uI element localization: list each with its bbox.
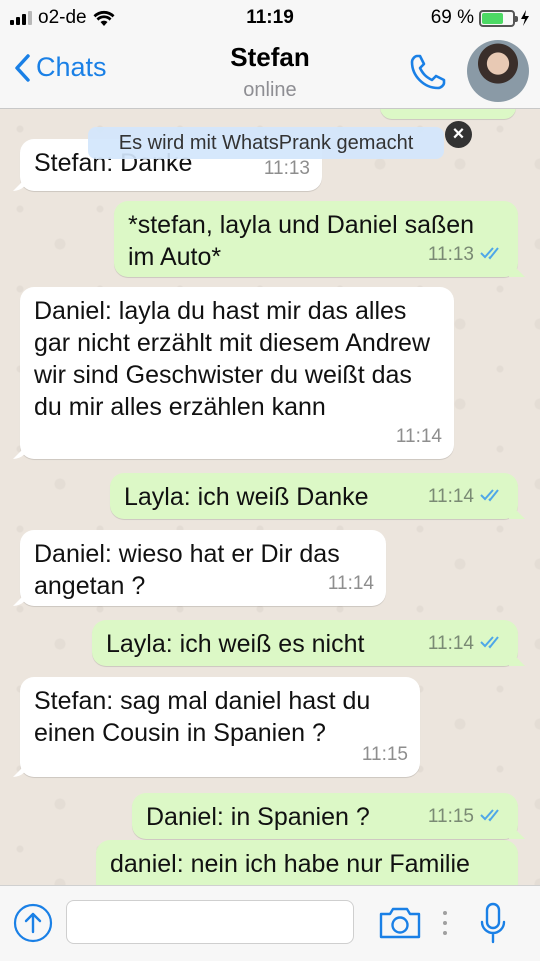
status-bar: o2-de 11:19 69 % bbox=[0, 0, 540, 36]
upload-icon[interactable] bbox=[13, 903, 53, 943]
double-check-icon bbox=[478, 109, 504, 117]
message-meta: 11:14 bbox=[328, 568, 374, 600]
message-outgoing[interactable]: 11:13 bbox=[380, 109, 516, 119]
message-incoming[interactable]: Daniel: layla du hast mir das alles gar … bbox=[20, 287, 454, 459]
message-meta: 11:13 bbox=[426, 109, 504, 117]
message-text: Layla: ich weiß Danke bbox=[124, 483, 369, 511]
double-check-icon bbox=[480, 801, 506, 833]
double-check-icon bbox=[480, 239, 506, 271]
watermark-banner: Es wird mit WhatsPrank gemacht bbox=[88, 127, 444, 159]
message-meta: 11:14 bbox=[428, 628, 506, 660]
message-outgoing[interactable]: Layla: ich weiß Danke 11:14 bbox=[110, 473, 518, 519]
message-time: 11:14 bbox=[427, 486, 474, 507]
contact-status: online bbox=[243, 79, 297, 101]
message-time: 11:13 bbox=[427, 244, 474, 265]
message-time: 11:14 bbox=[327, 573, 374, 594]
message-outgoing[interactable]: daniel: nein ich habe nur Familie hier bbox=[96, 840, 518, 885]
charging-icon bbox=[521, 10, 529, 26]
message-input[interactable] bbox=[66, 900, 354, 944]
battery-percent: 69 % bbox=[430, 7, 474, 28]
message-time: 11:15 bbox=[361, 744, 408, 765]
message-meta: 11:15 bbox=[362, 739, 408, 771]
message-meta: 11:15 bbox=[428, 801, 506, 833]
contact-avatar[interactable] bbox=[467, 40, 529, 102]
contact-title[interactable]: Stefan online bbox=[0, 42, 540, 102]
message-list[interactable]: 11:13 Stefan: Danke 11:13 Es wird mit Wh… bbox=[0, 109, 540, 885]
close-icon[interactable]: × bbox=[445, 121, 472, 148]
more-dots-icon[interactable] bbox=[441, 910, 449, 936]
composer bbox=[0, 885, 540, 961]
status-right: 69 % bbox=[431, 7, 530, 29]
message-incoming[interactable]: Stefan: sag mal daniel hast du einen Cou… bbox=[20, 677, 420, 777]
message-meta: 11:14 bbox=[396, 421, 442, 453]
phone-icon[interactable] bbox=[408, 52, 448, 92]
message-text: Daniel: in Spanien ? bbox=[146, 803, 370, 831]
message-text: Daniel: wieso hat er Dir das angetan ? bbox=[34, 540, 340, 600]
message-meta: 11:14 bbox=[428, 481, 506, 513]
message-text: Daniel: layla du hast mir das alles gar … bbox=[34, 297, 431, 421]
battery-icon bbox=[479, 9, 518, 27]
chat-header: Chats Stefan online bbox=[0, 36, 540, 109]
contact-name: Stefan bbox=[230, 42, 310, 72]
message-time: 11:15 bbox=[427, 806, 474, 827]
message-outgoing[interactable]: Daniel: in Spanien ? 11:15 bbox=[132, 793, 518, 839]
message-time: 11:13 bbox=[426, 109, 472, 117]
message-text: daniel: nein ich habe nur Familie hier bbox=[110, 850, 470, 885]
message-text: Layla: ich weiß es nicht bbox=[106, 630, 365, 658]
message-text: *stefan, layla und Daniel saßen im Auto* bbox=[128, 211, 475, 271]
message-incoming[interactable]: Daniel: wieso hat er Dir das angetan ? 1… bbox=[20, 530, 386, 606]
double-check-icon bbox=[480, 481, 506, 513]
message-time: 11:14 bbox=[395, 426, 442, 447]
message-time: 11:14 bbox=[427, 633, 474, 654]
message-outgoing[interactable]: Layla: ich weiß es nicht 11:14 bbox=[92, 620, 518, 666]
message-outgoing[interactable]: *stefan, layla und Daniel saßen im Auto*… bbox=[114, 201, 518, 277]
message-meta: 11:13 bbox=[428, 239, 506, 271]
microphone-icon[interactable] bbox=[480, 902, 506, 944]
camera-icon[interactable] bbox=[378, 906, 422, 940]
double-check-icon bbox=[480, 628, 506, 660]
message-text: Stefan: sag mal daniel hast du einen Cou… bbox=[34, 687, 371, 747]
